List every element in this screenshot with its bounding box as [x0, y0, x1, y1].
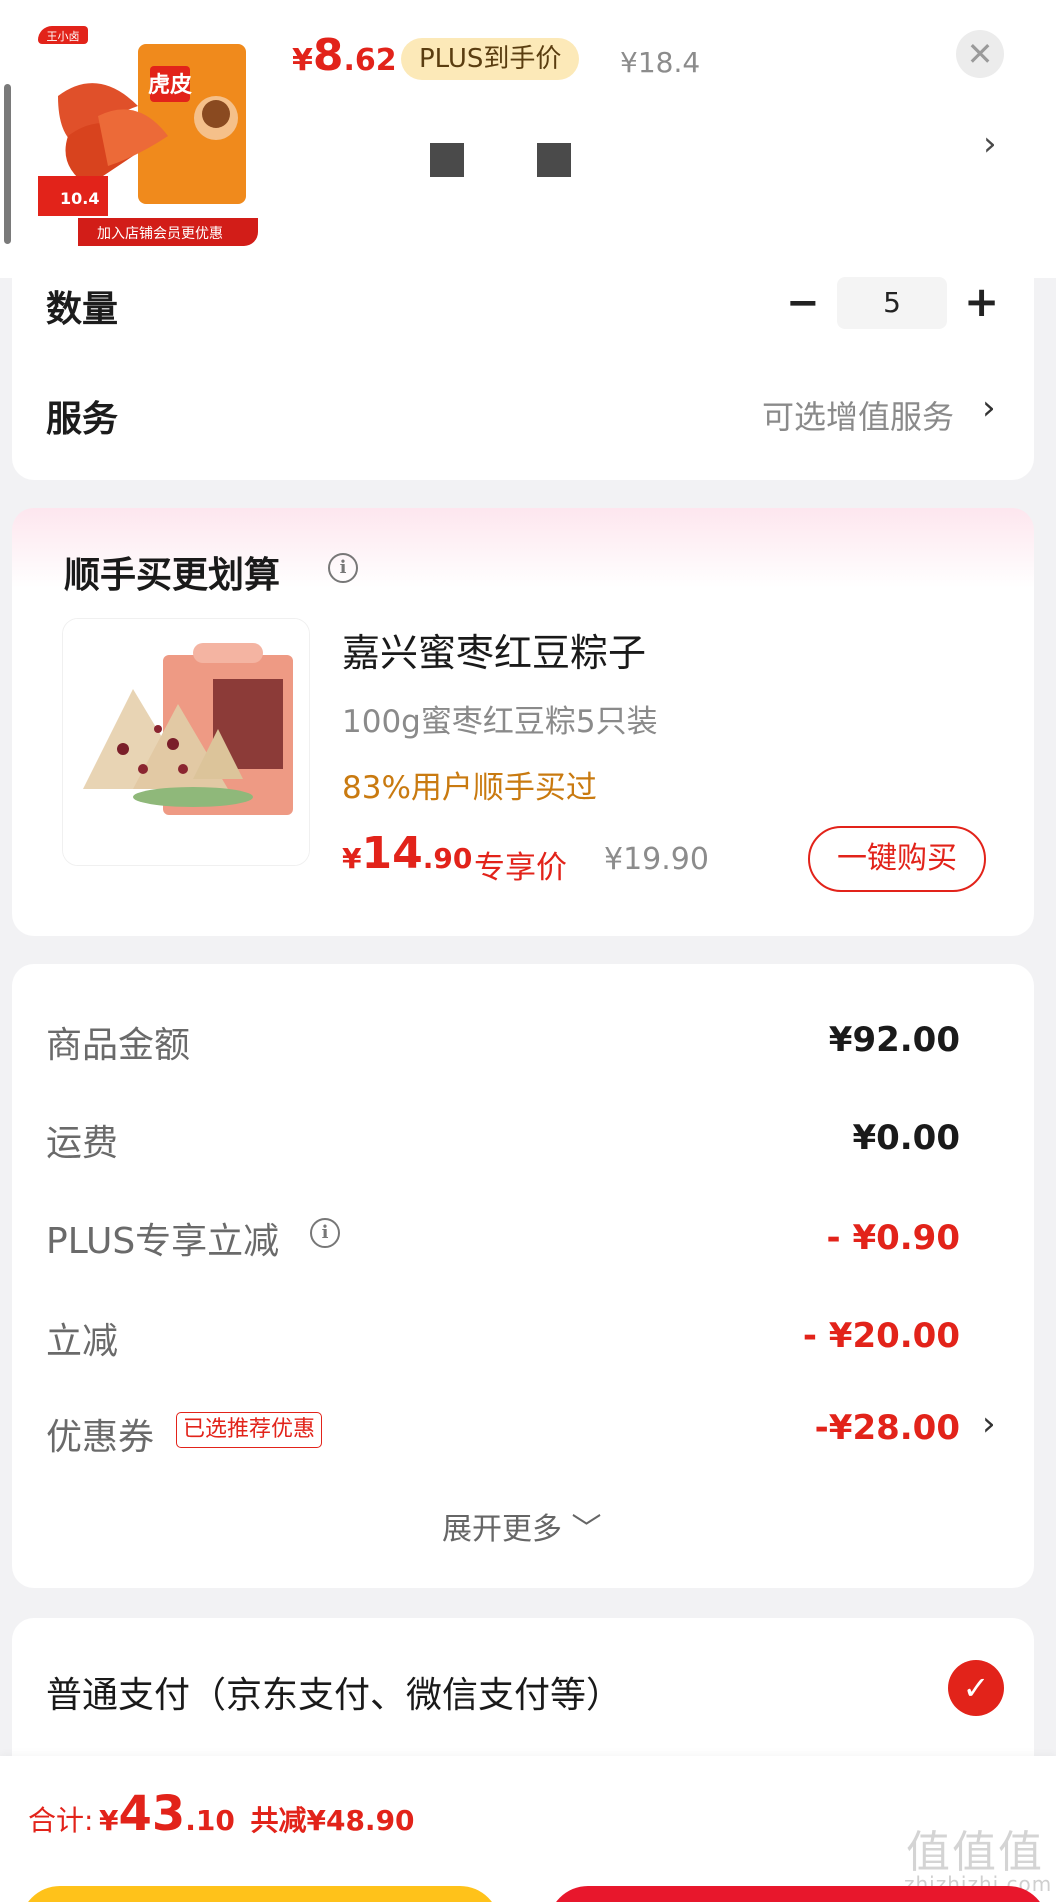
summary-label-plus: PLUS专享立减 [46, 1221, 280, 1262]
spec-option-2[interactable] [537, 143, 571, 177]
bundle-product-image[interactable] [62, 618, 310, 866]
service-label: 服务 [46, 399, 119, 440]
close-button[interactable]: ✕ [956, 30, 1004, 78]
image-promo-text: 加入店铺会员更优惠 [97, 226, 223, 242]
summary-label-goods: 商品金额 [46, 1025, 191, 1066]
add-to-cart-button[interactable] [20, 1886, 500, 1902]
summary-label-shipping: 运费 [46, 1123, 119, 1164]
bundle-original-price: ¥19.90 [604, 842, 709, 877]
image-logo-text: 王小卤 [47, 30, 80, 43]
plus-info-icon-glyph: i [321, 1222, 329, 1243]
bundle-title: 顺手买更划算 [64, 555, 281, 596]
total-label: 合计: [28, 1804, 94, 1837]
service-value[interactable]: 可选增值服务 [762, 392, 954, 438]
quantity-label: 数量 [46, 289, 119, 330]
total-saved: 共减¥48.90 [250, 1804, 415, 1837]
image-badge-text: 10.4 [60, 189, 99, 208]
bundle-price-integer: 14 [361, 828, 423, 879]
total-currency: ¥ [99, 1804, 119, 1837]
spec-option-1[interactable] [430, 143, 464, 177]
quantity-increase-button[interactable]: + [964, 277, 999, 326]
watermark: 值值值 [906, 1827, 1044, 1878]
bundle-price-tag: 专享价 [474, 850, 567, 886]
summary-value-shipping: ¥0.00 [852, 1118, 960, 1158]
summary-value-plus: - ¥0.90 [826, 1218, 961, 1258]
chevron-right-icon[interactable]: › [983, 124, 997, 164]
quantity-value[interactable]: 5 [837, 277, 947, 329]
price-decimal: .62 [343, 43, 397, 78]
bundle-price-decimal: .90 [422, 842, 473, 875]
quantity-decrease-button[interactable]: − [786, 280, 820, 326]
submit-order-button[interactable] [548, 1886, 1048, 1902]
expand-more-button[interactable]: 展开更多 ﹀ [442, 1504, 602, 1548]
plus-price-badge: PLUS到手价 [401, 38, 580, 80]
product-thumbnail[interactable]: 虎皮 王小卤 10.4 加入店铺会员更优惠 [38, 26, 258, 246]
coupon-chevron-icon[interactable]: › [982, 1404, 996, 1444]
product-price: ¥8.62 [292, 30, 397, 81]
original-price: ¥18.4 [620, 46, 701, 79]
bundle-product-spec: 100g蜜枣红豆粽5只装 [342, 704, 658, 740]
price-currency: ¥ [292, 43, 313, 78]
service-chevron-icon[interactable]: › [982, 388, 996, 428]
total-integer: 43 [118, 1786, 186, 1842]
image-brand-text: 虎皮 [148, 72, 192, 98]
check-icon[interactable]: ✓ [948, 1660, 1004, 1716]
summary-value-discount: - ¥20.00 [802, 1316, 960, 1356]
order-total: 合计: ¥43.10 共减¥48.90 [28, 1786, 415, 1842]
summary-value-coupon[interactable]: -¥28.00 [815, 1408, 960, 1448]
close-icon: ✕ [966, 35, 994, 73]
scroll-handle[interactable] [4, 84, 11, 244]
summary-label-discount: 立减 [46, 1321, 119, 1362]
coupon-tag: 已选推荐优惠 [176, 1412, 323, 1448]
info-icon-glyph: i [339, 557, 347, 578]
price-integer: 8 [312, 30, 344, 81]
one-click-buy-button[interactable]: 一键购买 [808, 826, 986, 892]
bundle-product-name[interactable]: 嘉兴蜜枣红豆粽子 [342, 622, 646, 677]
bundle-social-proof: 83%用户顺手买过 [342, 770, 597, 806]
summary-label-coupon: 优惠券 [46, 1417, 155, 1458]
info-icon[interactable]: i [328, 553, 358, 583]
summary-value-goods: ¥92.00 [828, 1020, 960, 1060]
total-decimal: .10 [185, 1804, 235, 1837]
bundle-price: ¥14.90 [342, 828, 472, 879]
bundle-price-currency: ¥ [342, 842, 362, 875]
payment-method-label[interactable]: 普通支付（京东支付、微信支付等） [46, 1666, 622, 1718]
plus-info-icon[interactable]: i [310, 1218, 340, 1248]
